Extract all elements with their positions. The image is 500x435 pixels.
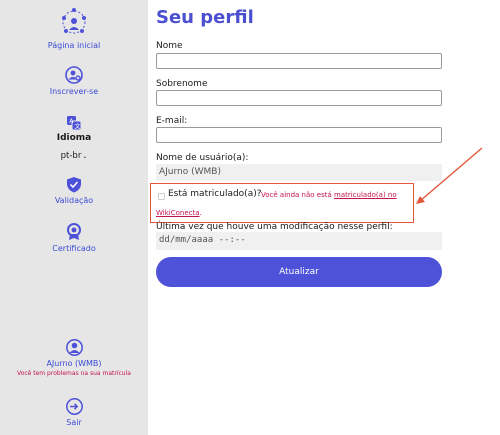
annotation-arrow-icon [416,147,483,204]
